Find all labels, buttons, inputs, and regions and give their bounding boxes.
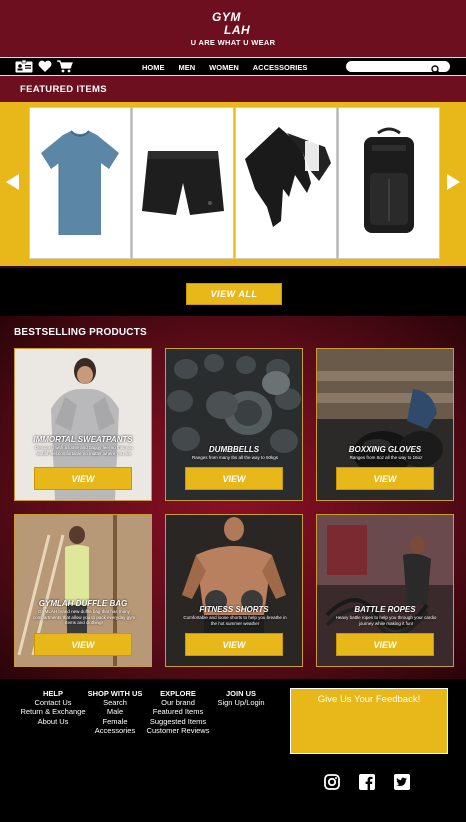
nav-accessories[interactable]: ACCESSORIES [253, 63, 308, 72]
nav-women[interactable]: WOMEN [209, 63, 239, 72]
heart-icon[interactable] [38, 60, 52, 73]
featured-header: FEATURED ITEMS [0, 76, 466, 102]
footer-link-contact[interactable]: Contact Us [17, 698, 89, 707]
view-button[interactable]: VIEW [185, 633, 283, 656]
id-card-icon[interactable] [15, 60, 33, 73]
product-card-dumbbells: DUMBBELLS Ranges from many Ibs all the w… [165, 348, 303, 501]
product-desc: Comfortable and loose shorts to help you… [183, 615, 287, 626]
product-card-boxing-gloves: BOXXING GLOVES Ranges from 8oz all the w… [316, 348, 454, 501]
footer-link-brand[interactable]: Our brand [142, 698, 214, 707]
featured-title: FEATURED ITEMS [20, 84, 107, 95]
featured-carousel [0, 102, 466, 266]
footer-link-search[interactable]: Search [83, 698, 147, 707]
twitter-icon[interactable] [394, 774, 410, 795]
footer-join-title: JOIN US [225, 689, 256, 698]
view-button[interactable]: VIEW [185, 467, 283, 490]
facebook-icon[interactable] [359, 774, 375, 795]
bestselling-title: BESTSELLING PRODUCTS [14, 327, 147, 338]
footer-link-signup[interactable]: Sign Up/Login [210, 698, 272, 707]
view-button[interactable]: VIEW [34, 467, 132, 490]
footer-explore-title: EXPLORE [160, 689, 196, 698]
product-card-duffle-bag: GYMLAH DUFFLE BAG GYMLAH brand new duffl… [14, 514, 152, 667]
product-desc: GYMLAH brand new duffle bag that has man… [32, 609, 136, 625]
nav-home[interactable]: HOME [142, 63, 165, 72]
product-name: BOXXING GLOVES [348, 445, 422, 454]
footer-shop-title: SHOP WITH US [87, 689, 143, 698]
footer-help-title: HELP [42, 689, 63, 698]
view-button[interactable]: VIEW [336, 467, 434, 490]
carousel-prev-icon[interactable] [6, 174, 20, 195]
footer-link-accessories[interactable]: Accessories [83, 726, 147, 735]
footer-join: JOIN US Sign Up/Login [210, 689, 272, 707]
navbar: HOME MEN WOMEN ACCESSORIES [0, 57, 466, 76]
product-card-battle-ropes: BATTLE ROPES Heavy battle ropes to help … [316, 514, 454, 667]
featured-item-backpack[interactable] [338, 107, 440, 259]
footer-shop: SHOP WITH US Search Male Female Accessor… [83, 689, 147, 735]
product-desc: Ranges from 8oz all the way to 16oz [349, 455, 423, 460]
product-name: FITNESS SHORTS [199, 605, 269, 614]
product-card-fitness-shorts: FITNESS SHORTS Comfortable and loose sho… [165, 514, 303, 667]
product-name: IMMORTAL SWEATPANTS [33, 435, 133, 444]
product-desc: Designed with a loose and baggy feel so … [34, 445, 134, 456]
view-button[interactable]: VIEW [336, 633, 434, 656]
carousel-track [29, 107, 440, 259]
instagram-icon[interactable] [324, 774, 340, 795]
featured-item-shorts[interactable] [132, 107, 234, 259]
brand-tagline: U ARE WHAT U WEAR [190, 38, 276, 47]
footer-link-male[interactable]: Male [83, 707, 147, 716]
view-all-band: VIEW ALL [0, 266, 466, 316]
footer-explore: EXPLORE Our brand Featured Items Suggest… [142, 689, 214, 735]
product-desc: Heavy battle ropes to help you through y… [335, 615, 437, 626]
brand-header: GYM LAH U ARE WHAT U WEAR [0, 0, 466, 57]
product-desc: Ranges from many Ibs all the way to 50kg… [191, 455, 279, 460]
footer: HELP Contact Us Return & Exchange About … [0, 679, 466, 822]
footer-help: HELP Contact Us Return & Exchange About … [17, 689, 89, 726]
footer-link-reviews[interactable]: Customer Reviews [142, 726, 214, 735]
brand-logo[interactable]: GYM LAH [212, 11, 272, 37]
footer-link-return[interactable]: Return & Exchange [17, 707, 89, 716]
nav-links: HOME MEN WOMEN ACCESSORIES [142, 63, 307, 72]
product-name: BATTLE ROPES [354, 605, 416, 614]
footer-link-about[interactable]: About Us [17, 717, 89, 726]
feedback-box[interactable]: Give Us Your Feedback! [290, 688, 448, 754]
product-name: DUMBBELLS [208, 445, 260, 454]
footer-link-female[interactable]: Female [83, 717, 147, 726]
featured-item-tshirt[interactable] [29, 107, 131, 259]
bestselling-section: BESTSELLING PRODUCTS IMMORTAL SWEATPANTS… [0, 316, 466, 679]
brand-line-2: LAH [224, 23, 251, 37]
product-name: GYMLAH DUFFLE BAG [38, 599, 128, 608]
footer-link-suggested[interactable]: Suggested Items [142, 717, 214, 726]
view-all-button[interactable]: VIEW ALL [186, 283, 282, 305]
footer-link-featured[interactable]: Featured Items [142, 707, 214, 716]
cart-icon[interactable] [57, 60, 73, 73]
product-card-sweatpants: IMMORTAL SWEATPANTS Designed with a loos… [14, 348, 152, 501]
view-button[interactable]: VIEW [34, 633, 132, 656]
carousel-next-icon[interactable] [446, 174, 460, 195]
nav-icons [15, 60, 73, 73]
featured-item-gloves[interactable] [235, 107, 337, 259]
nav-men[interactable]: MEN [179, 63, 196, 72]
